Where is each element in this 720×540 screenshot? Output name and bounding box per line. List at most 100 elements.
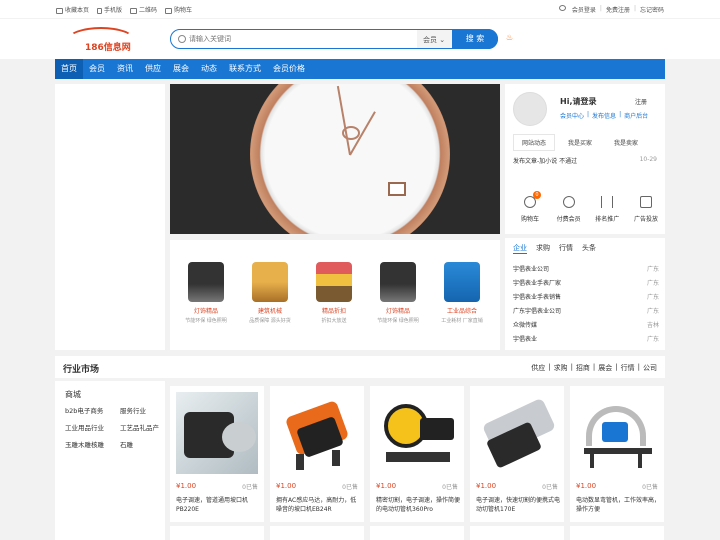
product-card[interactable]: ¥1.00 0已售 电动数显弯管机，工作效率高，操作方便 <box>570 386 664 522</box>
promo-item[interactable]: 精品折扣 折扣大放送 <box>306 262 362 324</box>
nav-members[interactable]: 会员 <box>83 59 111 79</box>
list-item[interactable]: 宇倡表业手表销售 广东 <box>513 291 659 305</box>
header: 186信息网 会员 ⌄ 搜 索 ♨ <box>0 19 720 59</box>
product-sold: 0已售 <box>442 484 458 491</box>
stage-light-image <box>188 262 224 302</box>
watch-image <box>250 84 450 234</box>
product-card[interactable]: ¥1.00 0已售 拥有AC感应马达，高耐力，低噪音的坡口机EB24R <box>270 386 364 522</box>
product-price: ¥1.00 <box>576 482 597 490</box>
cart-action[interactable]: 0 购物车 <box>513 191 547 223</box>
category-link[interactable]: 玉雕木雕核雕 <box>65 439 120 449</box>
promo-item[interactable]: 灯饰精品 节能环保 绿色照明 <box>370 262 426 324</box>
login-greeting[interactable]: Hi,请登录 <box>560 96 596 107</box>
tab-headlines[interactable]: 头条 <box>582 243 596 254</box>
paid-member-action[interactable]: 付费会员 <box>552 196 586 223</box>
market-header: 行业市场 供应 | 求购 | 招商 | 展会 | 行情 | 公司 <box>55 356 665 378</box>
list-item[interactable]: 宇倡表业 广东 <box>513 333 659 347</box>
section-title: 行业市场 <box>63 365 100 375</box>
product-card[interactable]: ¥1.00 0已售 电子调速，快速切割的便携式电动切管机170E <box>470 386 564 522</box>
nav-news[interactable]: 资讯 <box>111 59 139 79</box>
promo-item[interactable]: 工业品综合 工业耗材 厂家直销 <box>434 262 490 324</box>
tab-buyer[interactable]: 我是买家 <box>559 134 601 151</box>
login-link[interactable]: 会员登录 <box>572 5 596 14</box>
tab-site-updates[interactable]: 网站动态 <box>513 134 555 151</box>
product-name[interactable]: 电子调速，快速切割的便携式电动切管机170E <box>476 496 560 514</box>
market-link-price[interactable]: 行情 <box>621 363 635 373</box>
category-link[interactable]: 石雕 <box>120 439 170 449</box>
cart-count-badge: 0 <box>533 191 541 199</box>
news-list: 宇倡表业公司 广东 宇倡表业手表厂家 广东 宇倡表业手表销售 广东 广东宇倡表业公司广… <box>513 263 659 347</box>
product-sold: 0已售 <box>642 484 658 491</box>
mobile-link[interactable]: 手机版 <box>97 5 122 14</box>
promo-strip: 灯饰精品 节能环保 绿色照明 建筑机械 品质保障 源头好货 精品折扣 折扣大放送… <box>170 240 500 350</box>
category-link[interactable]: b2b电子商务 <box>65 405 120 415</box>
fire-icon: ♨ <box>506 33 514 42</box>
site-update-item[interactable]: 发布文章-加小说 不通过 10-29 <box>513 156 657 165</box>
product-card[interactable] <box>170 526 264 540</box>
list-item[interactable]: 广东宇倡表业公司 广东 <box>513 305 659 319</box>
market-link-investment[interactable]: 招商 <box>576 363 590 373</box>
category-panel <box>55 84 165 350</box>
category-link[interactable]: 工业用品行业 <box>65 422 120 432</box>
tab-purchase[interactable]: 求购 <box>536 243 550 254</box>
product-name[interactable]: 电子调速，管道通用坡口机PB220E <box>176 496 260 514</box>
site-logo[interactable]: 186信息网 <box>67 27 137 55</box>
user-panel: Hi,请登录 注册 会员中心 | 发布信息 | 商户后台 网站动态 我是买家 我是卖… <box>505 84 665 234</box>
ad-placement-action[interactable]: 广告投放 <box>629 196 663 223</box>
product-card[interactable] <box>270 526 364 540</box>
category-link[interactable]: 服务行业 <box>120 405 170 415</box>
bookmark-link[interactable]: 收藏本页 <box>56 5 89 14</box>
list-item[interactable]: 众微传媒 吉林 <box>513 319 659 333</box>
market-link-exhibition[interactable]: 展会 <box>598 363 612 373</box>
register-link[interactable]: 免费注册 <box>606 5 630 14</box>
list-item[interactable]: 宇倡表业手表厂家 广东 <box>513 277 659 291</box>
search-button[interactable]: 搜 索 <box>452 29 498 49</box>
product-name[interactable]: 拥有AC感应马达，高耐力，低噪音的坡口机EB24R <box>276 496 360 514</box>
watch-logo-icon <box>342 126 360 140</box>
search-category-select[interactable]: 会员 ⌄ <box>417 30 455 48</box>
logo-text: 186信息网 <box>85 43 131 53</box>
promo-item[interactable]: 灯饰精品 节能环保 绿色照明 <box>178 262 234 324</box>
qrcode-link[interactable]: 二维码 <box>130 5 157 14</box>
promo-item[interactable]: 建筑机械 品质保障 源头好货 <box>242 262 298 324</box>
nav-supply[interactable]: 供应 <box>139 59 167 79</box>
tab-seller[interactable]: 我是卖家 <box>605 134 647 151</box>
sort-icon <box>601 196 614 208</box>
post-info-link[interactable]: 发布信息 <box>592 111 616 120</box>
product-price: ¥1.00 <box>276 482 297 490</box>
product-card[interactable] <box>370 526 464 540</box>
tab-company[interactable]: 企业 <box>513 243 527 254</box>
product-sold: 0已售 <box>542 484 558 491</box>
member-center-link[interactable]: 会员中心 <box>560 111 584 120</box>
category-link[interactable]: 工艺品礼品产 <box>120 422 170 432</box>
market-categories: 商城 b2b电子商务 服务行业 工业用品行业 工艺品礼品产 玉雕木雕核雕 石雕 <box>55 381 165 540</box>
list-item[interactable]: 宇倡表业公司 广东 <box>513 263 659 277</box>
register-button[interactable]: 注册 <box>635 97 647 106</box>
nav-updates[interactable]: 动态 <box>195 59 223 79</box>
forgot-password-link[interactable]: 忘记密码 <box>640 5 664 14</box>
nav-home[interactable]: 首页 <box>55 59 83 79</box>
watch-hand-minute <box>336 85 351 156</box>
product-image <box>176 392 258 474</box>
product-card[interactable] <box>470 526 564 540</box>
product-card[interactable] <box>570 526 664 540</box>
product-name[interactable]: 精密切割，电子调速，操作简便的电动切管机360Pro <box>376 496 460 514</box>
market-links: 供应 | 求购 | 招商 | 展会 | 行情 | 公司 <box>531 363 657 373</box>
nav-contact[interactable]: 联系方式 <box>223 59 267 79</box>
hero-banner[interactable] <box>170 84 500 234</box>
category-heading[interactable]: 商城 <box>65 389 81 400</box>
product-card[interactable]: ¥1.00 0已售 精密切割，电子调速，操作简便的电动切管机360Pro <box>370 386 464 522</box>
cart-link[interactable]: 购物车 <box>165 5 192 14</box>
market-link-company[interactable]: 公司 <box>643 363 657 373</box>
product-card[interactable]: ¥1.00 0已售 电子调速，管道通用坡口机PB220E <box>170 386 264 522</box>
nav-membership-price[interactable]: 会员价格 <box>267 59 311 79</box>
ranking-promo-action[interactable]: 排名推广 <box>590 196 624 223</box>
merchant-backend-link[interactable]: 商户后台 <box>624 111 648 120</box>
cart-icon: 0 <box>524 191 541 208</box>
tab-market-price[interactable]: 行情 <box>559 243 573 254</box>
market-link-supply[interactable]: 供应 <box>531 363 545 373</box>
market-link-purchase[interactable]: 求购 <box>554 363 568 373</box>
product-name[interactable]: 电动数显弯管机，工作效率高，操作方便 <box>576 496 660 514</box>
search-input[interactable] <box>189 33 389 45</box>
nav-exhibition[interactable]: 展会 <box>167 59 195 79</box>
